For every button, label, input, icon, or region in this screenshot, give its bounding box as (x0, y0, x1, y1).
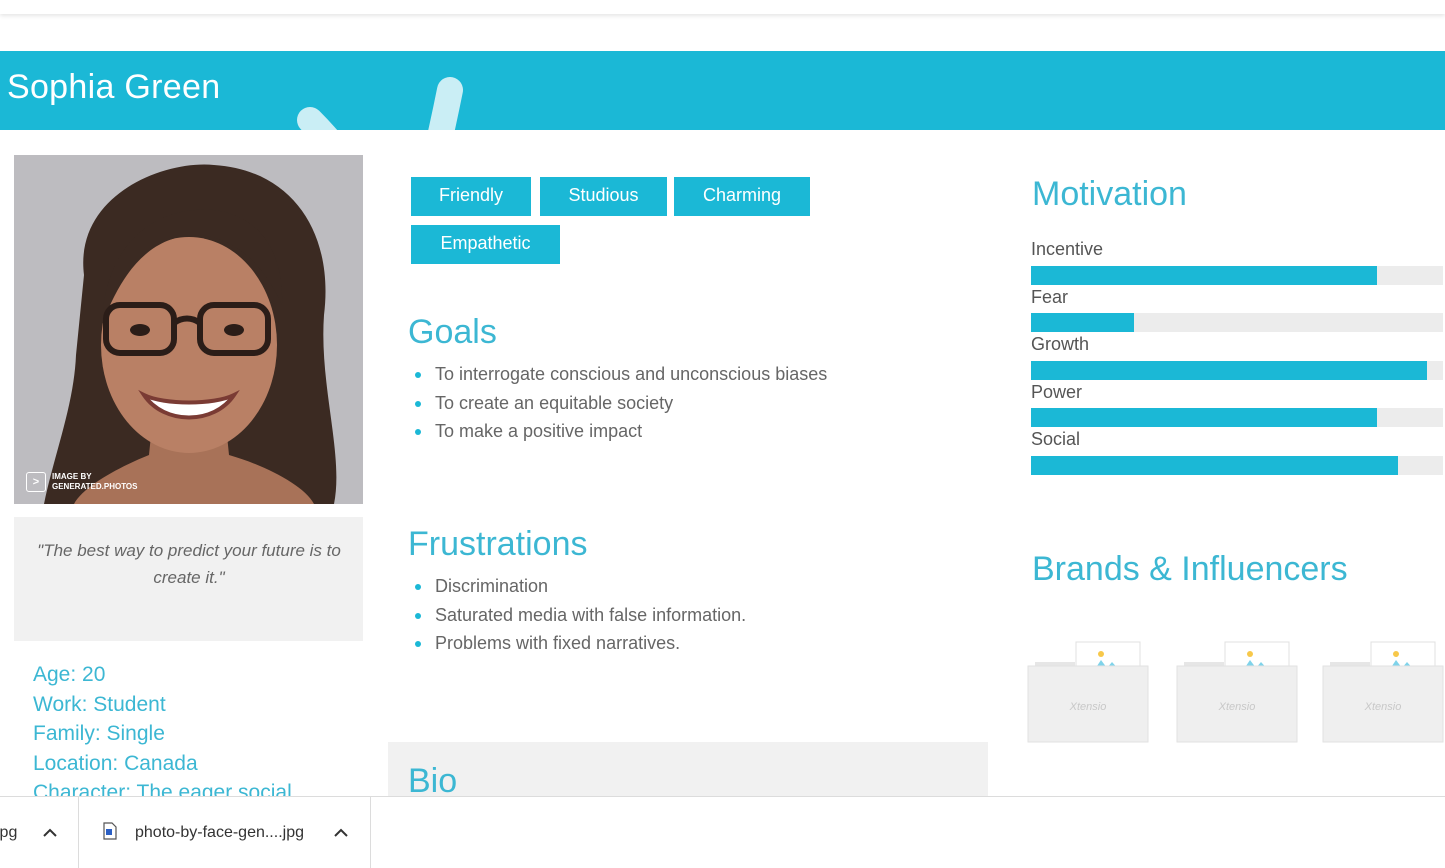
motivation-label-growth: Growth (1031, 334, 1090, 354)
persona-name[interactable]: Sophia Green (7, 68, 220, 107)
list-item[interactable]: To interrogate conscious and unconscious… (409, 360, 827, 389)
motivation-bar-fill (1031, 456, 1398, 475)
bullet-icon (415, 641, 421, 647)
download-file-name: jpg (0, 824, 18, 841)
fact-location[interactable]: Location: Canada (33, 749, 292, 779)
brands-title[interactable]: Brands & Influencers (1032, 550, 1348, 589)
download-item[interactable]: jpg (0, 797, 79, 868)
frustrations-title[interactable]: Frustrations (408, 525, 588, 564)
portrait-image (14, 155, 363, 504)
frustration-text: Problems with fixed narratives. (435, 633, 681, 653)
motivation-bar-incentive[interactable] (1031, 266, 1443, 285)
bullet-icon (415, 429, 421, 435)
brand-placeholder-card[interactable]: Xtensio (1322, 640, 1444, 744)
brand-placeholder-card[interactable]: Xtensio (1027, 640, 1149, 744)
motivation-bar-fill (1031, 313, 1134, 332)
motivation-label-power: Power (1031, 382, 1083, 402)
photo-credit: > IMAGE BY GENERATED.PHOTOS (26, 472, 138, 492)
motivation-label-fear: Fear (1031, 287, 1069, 307)
generated-photos-logo-icon: > (26, 472, 46, 492)
frustration-text: Discrimination (435, 576, 549, 596)
photo-credit-line1: IMAGE BY (52, 472, 92, 481)
motivation-bar-fear[interactable] (1031, 313, 1443, 332)
list-item[interactable]: Problems with fixed narratives. (409, 629, 746, 658)
image-placeholder-icon (1027, 641, 1149, 743)
bio-panel (388, 742, 988, 802)
photo-credit-line2: GENERATED.PHOTOS (52, 482, 138, 491)
image-placeholder-icon (1176, 641, 1298, 743)
trait-tag[interactable]: Charming (674, 177, 810, 216)
list-item[interactable]: To make a positive impact (409, 417, 827, 446)
frustrations-list: Discrimination Saturated media with fals… (409, 572, 746, 658)
persona-facts: Age: 20 Work: Student Family: Single Loc… (33, 660, 292, 808)
image-file-icon (103, 822, 117, 840)
goal-text: To make a positive impact (435, 421, 643, 441)
brand-placeholder-label: Xtensio (1218, 701, 1256, 713)
bullet-icon (415, 584, 421, 590)
goal-text: To create an equitable society (435, 392, 674, 413)
download-file-name: photo-by-face-gen....jpg (135, 824, 304, 841)
image-placeholder-icon (1322, 641, 1444, 743)
motivation-label-incentive: Incentive (1031, 239, 1104, 259)
list-item[interactable]: To create an equitable society (409, 389, 827, 418)
fact-age[interactable]: Age: 20 (33, 660, 292, 690)
chevron-up-icon[interactable] (40, 823, 60, 843)
brand-placeholder-label: Xtensio (1069, 701, 1107, 713)
motivation-title[interactable]: Motivation (1032, 175, 1187, 214)
motivation-bar-fill (1031, 408, 1378, 427)
brand-placeholder-card[interactable]: Xtensio (1176, 640, 1298, 744)
persona-photo: > IMAGE BY GENERATED.PHOTOS (14, 155, 363, 504)
goals-title[interactable]: Goals (408, 313, 497, 352)
trait-tag[interactable]: Friendly (411, 177, 531, 216)
chevron-up-icon[interactable] (331, 823, 351, 843)
trait-tag[interactable]: Studious (540, 177, 667, 216)
brand-placeholder-label: Xtensio (1364, 701, 1402, 713)
browser-top-strip (0, 0, 1445, 14)
list-item[interactable]: Saturated media with false information. (409, 601, 746, 630)
goal-text: To interrogate conscious and unconscious… (435, 364, 828, 384)
persona-quote[interactable]: "The best way to predict your future is … (34, 537, 344, 591)
motivation-bar-fill (1031, 361, 1427, 380)
bullet-icon (415, 400, 421, 407)
bullet-icon (415, 372, 421, 378)
fact-work[interactable]: Work: Student (33, 690, 292, 720)
motivation-bar-social[interactable] (1031, 456, 1443, 475)
motivation-bar-growth[interactable] (1031, 361, 1443, 380)
fact-family[interactable]: Family: Single (33, 719, 292, 749)
bullet-icon (415, 612, 421, 619)
frustration-text: Saturated media with false information. (435, 604, 747, 625)
list-item[interactable]: Discrimination (409, 572, 746, 601)
motivation-bar-fill (1031, 266, 1378, 285)
download-shelf: jpg photo-by-face-gen....jpg (0, 796, 1445, 868)
goals-list: To interrogate conscious and unconscious… (409, 360, 827, 446)
motivation-bar-power[interactable] (1031, 408, 1443, 427)
download-item[interactable]: photo-by-face-gen....jpg (79, 797, 371, 868)
quote-box: "The best way to predict your future is … (14, 517, 363, 641)
trait-tag[interactable]: Empathetic (411, 225, 560, 264)
motivation-label-social: Social (1031, 429, 1081, 449)
